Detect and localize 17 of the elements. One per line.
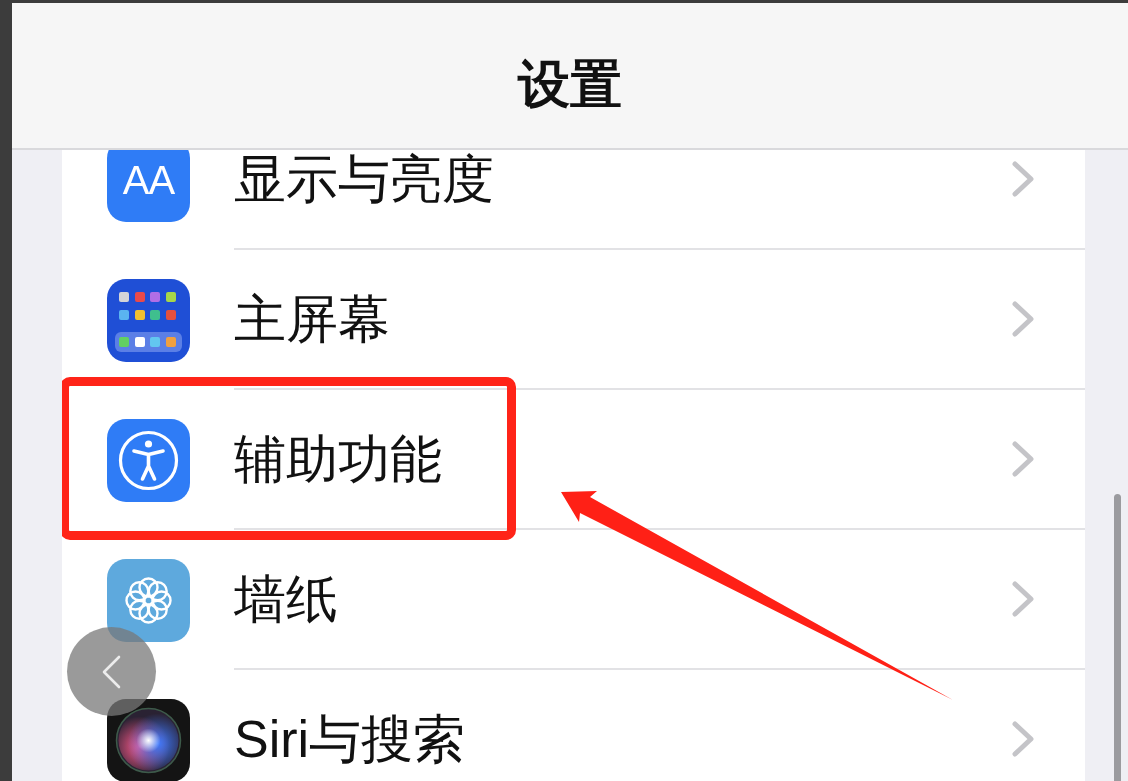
chevron-left-icon [100,654,121,689]
chevron-right-icon [1011,161,1035,197]
chevron-right-icon [1011,441,1035,477]
chevron-right-icon [1011,581,1035,617]
page-title: 设置 [518,54,622,116]
setting-label[interactable]: 墙纸 [234,567,338,631]
chevron-right-icon [1011,301,1035,337]
orb-icon [107,698,190,781]
setting-label[interactable]: 显示与亮度 [234,150,494,211]
text-size-icon: AA [107,150,190,222]
setting-label[interactable]: Siri与搜索 [234,707,466,771]
flower-icon [107,558,190,642]
setting-label[interactable]: 主屏幕 [234,287,390,351]
app-grid-icon [107,278,190,362]
setting-label[interactable]: 辅助功能 [234,427,442,491]
accessibility-icon [107,418,190,502]
chevron-right-icon [1011,721,1035,757]
